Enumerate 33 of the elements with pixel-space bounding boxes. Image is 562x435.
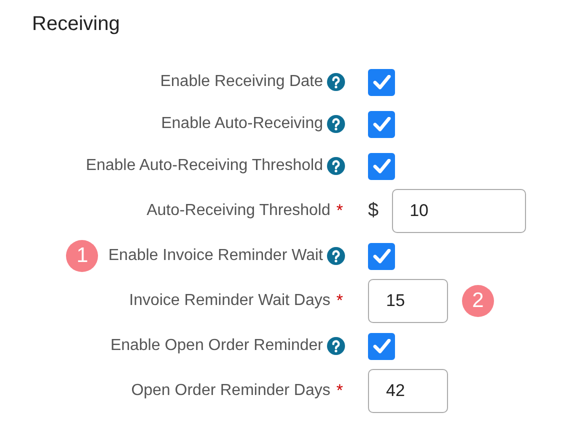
field-label: Enable Auto-Receiving Threshold (86, 157, 323, 175)
checkmark-icon (372, 74, 390, 90)
help-icon[interactable] (327, 337, 345, 355)
checkmark-icon (372, 248, 390, 264)
checkbox[interactable] (368, 152, 395, 180)
field-label: Open Order Reminder Days (131, 382, 330, 400)
help-icon[interactable] (327, 157, 345, 175)
field-label: Enable Open Order Reminder (110, 337, 323, 355)
input-field[interactable]: 15 (368, 279, 448, 323)
checkbox[interactable] (368, 68, 395, 96)
checkmark-icon (372, 338, 390, 354)
input-field[interactable]: 10 (392, 189, 526, 233)
field-label: Enable Receiving Date (160, 73, 323, 91)
help-icon[interactable] (327, 115, 345, 133)
currency-symbol: $ (368, 200, 379, 222)
required-asterisk: * (336, 381, 343, 401)
checkmark-icon (372, 158, 390, 174)
step-badge: 2 (462, 285, 494, 317)
help-icon[interactable] (327, 73, 345, 91)
checkbox[interactable] (368, 110, 395, 138)
field-label: Enable Invoice Reminder Wait (108, 247, 323, 265)
section-title: Receiving (32, 12, 121, 37)
required-asterisk: * (336, 201, 343, 221)
required-asterisk: * (336, 291, 343, 311)
help-icon[interactable] (327, 247, 345, 265)
step-badge: 1 (66, 240, 98, 272)
checkbox[interactable] (368, 242, 395, 270)
input-field[interactable]: 42 (368, 369, 448, 413)
checkmark-icon (372, 116, 390, 132)
field-label: Auto-Receiving Threshold (146, 202, 330, 220)
field-label: Invoice Reminder Wait Days (129, 292, 330, 310)
field-label: Enable Auto-Receiving (161, 115, 323, 133)
checkbox[interactable] (368, 332, 395, 360)
